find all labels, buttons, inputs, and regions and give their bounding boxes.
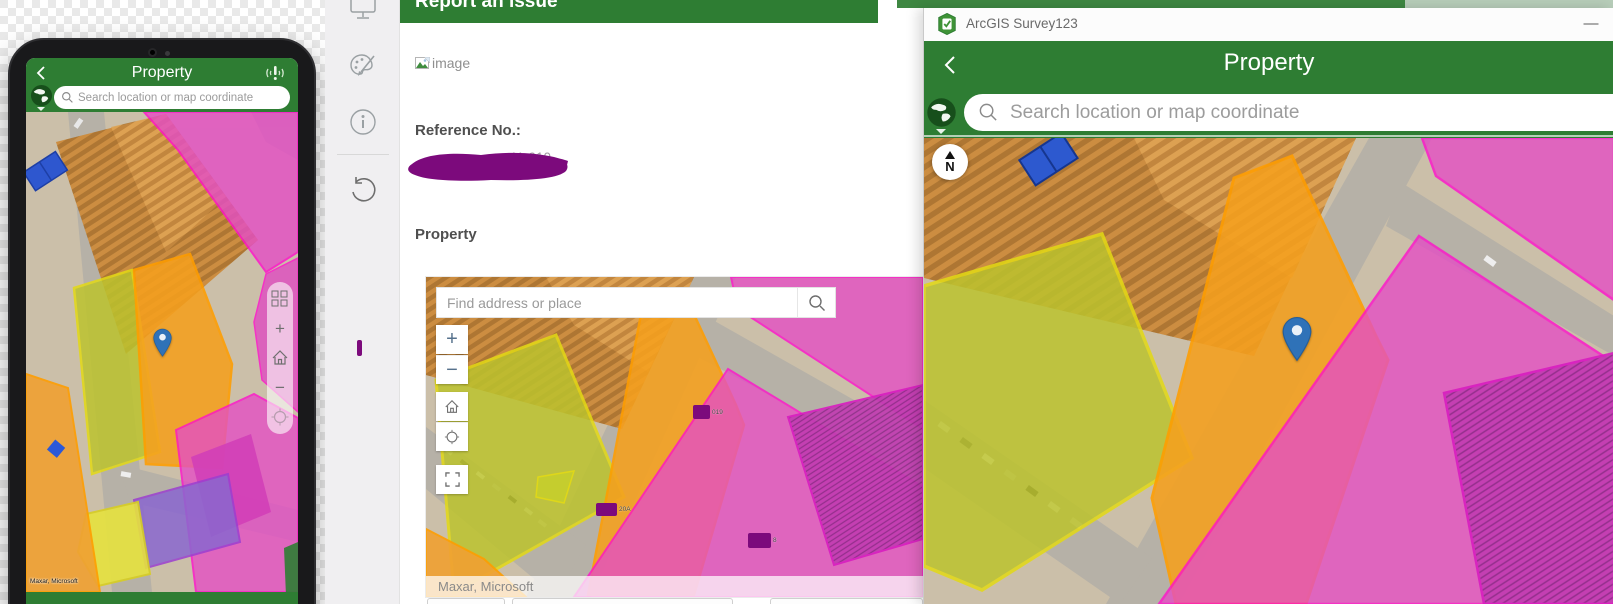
broken-image-alt-text: image [432,55,471,71]
parcel-label: 019 [712,409,723,416]
coordinate-field[interactable] [427,598,505,604]
phone-globe-icon[interactable] [30,84,53,107]
window-app-title: ArcGIS Survey123 [966,16,1078,31]
redaction-blob [693,405,710,419]
map-search-input[interactable] [437,288,797,317]
phone-camera-icon [148,48,157,57]
form-header: Report an issue [400,0,878,23]
phone-search-bar[interactable] [54,86,290,109]
redaction-mark-small [357,340,362,356]
minimize-button[interactable]: — [1576,10,1606,36]
window-globe-icon[interactable] [926,97,957,128]
redaction-blob [748,533,771,548]
parcel-label: 20A [619,506,631,513]
window-map-graphic [924,138,1613,604]
home-button[interactable] [436,392,468,421]
compass-button[interactable]: N [932,144,968,180]
compass-label: N [945,159,955,174]
reference-label: Reference No.: [415,122,521,139]
window-page-title: Property [1223,49,1315,76]
phone-page-title: Property [131,64,193,81]
survey123-logo-icon [938,13,956,35]
zoom-out-button[interactable]: − [271,379,289,397]
map-pin-icon [1282,316,1312,362]
map-attribution: Maxar, Microsoft [426,576,923,597]
phone-mockup: Property Search location or map coordina… [8,38,316,604]
info-icon[interactable] [347,106,379,138]
home-icon[interactable] [271,349,289,367]
form-map-widget[interactable]: + − 019 20A 8 Maxar, Micr [426,277,923,597]
window-search-input[interactable] [964,94,1613,131]
basemap-grid-icon[interactable] [271,290,289,308]
globe-caret-icon [936,129,946,134]
phone-sensor-icon [165,51,170,56]
window-titlebar: ArcGIS Survey123 — [924,8,1613,41]
form-preview-panel: Report an issue image Reference No.: 11-… [400,0,923,604]
map-attribution: Maxar, Microsoft [30,578,78,585]
coordinate-field[interactable] [770,598,923,604]
window-search-row [924,89,1613,138]
window-search-bar[interactable] [964,94,1613,131]
toolbar-divider [337,154,389,155]
search-icon [808,294,825,311]
phone-screen: Property Search location or map coordina… [26,58,298,604]
map-pin-icon [153,328,172,357]
phone-search-input[interactable] [54,86,290,109]
parcel-label: 8 [773,537,777,544]
designer-toolbar [325,0,400,604]
broken-image-icon [415,56,430,69]
zoom-in-button[interactable]: + [271,320,289,338]
phone-map-toolbar: + − [267,282,293,434]
screenshot-canvas: Property Search location or map coordina… [0,0,1613,604]
search-icon [979,103,997,121]
redaction-scribble [408,152,568,181]
fullscreen-button[interactable] [436,465,468,494]
property-field-label: Property [415,226,477,243]
locate-button[interactable] [436,422,468,451]
phone-map[interactable]: + − Maxar, Microsoft [26,112,298,592]
search-icon [62,92,73,103]
form-header-title: Report an issue [415,0,558,12]
form-map-graphic [426,277,923,597]
theme-palette-icon[interactable] [347,50,379,82]
window-page-header: Property [924,41,1613,89]
coordinate-field[interactable] [512,598,733,604]
broken-image-row: image [415,55,470,71]
fullscreen-icon [444,472,460,487]
zoom-in-button[interactable]: + [436,325,468,354]
zoom-out-button[interactable]: − [436,355,468,384]
search-row-divider [924,135,1613,137]
undo-icon[interactable] [347,174,379,206]
background-strip-sage [1405,0,1613,8]
compass-needle-icon [945,151,955,159]
survey123-window: ArcGIS Survey123 — Property Search locat… [923,8,1613,604]
phone-globe-caret-icon [37,107,45,111]
phone-bottom-bar [26,592,298,604]
locate-icon [444,429,460,445]
map-search-button[interactable] [797,288,835,317]
window-map[interactable]: N [924,138,1613,604]
redaction-blob [596,503,617,516]
locate-icon[interactable] [271,408,289,426]
map-search-bar[interactable] [436,287,836,318]
home-icon [445,399,459,413]
location-signal-warning-icon [266,66,284,80]
display-preview-icon[interactable] [347,0,379,24]
background-strip-green [897,0,1405,8]
